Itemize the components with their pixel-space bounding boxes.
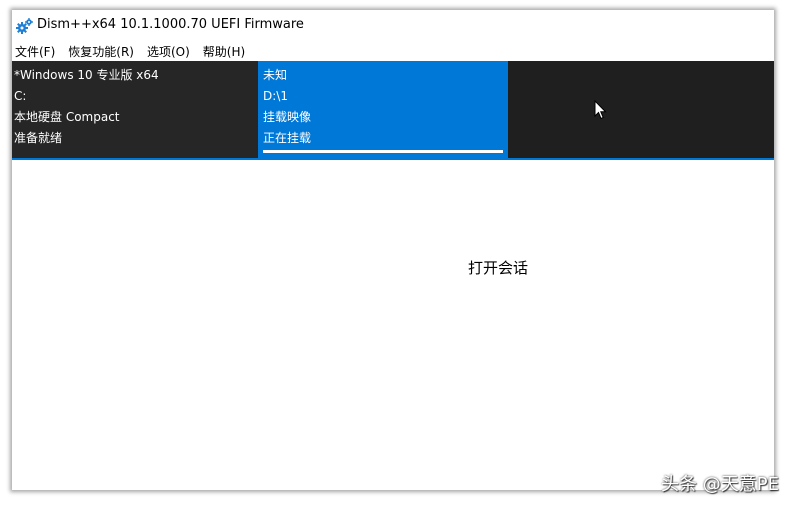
session-status: 准备就绪 xyxy=(14,131,63,145)
session-bar: *Windows 10 专业版 x64 C: 本地硬盘 Compact 准备就绪… xyxy=(12,61,774,158)
menu-options[interactable]: 选项(O) xyxy=(144,40,194,61)
watermark: 头条 @天意PE xyxy=(661,474,779,495)
session-type: 挂载映像 xyxy=(263,110,312,124)
gears-icon xyxy=(16,17,34,35)
mount-progress-bar xyxy=(263,150,503,153)
title-bar[interactable]: Dism++x64 10.1.1000.70 UEFI Firmware xyxy=(12,10,774,40)
session-card-mounting[interactable]: 未知 D:\1 挂载映像 正在挂载 xyxy=(258,61,508,158)
menu-recovery[interactable]: 恢复功能(R) xyxy=(65,40,138,61)
session-drive: D:\1 xyxy=(263,89,288,103)
main-content xyxy=(12,160,774,490)
mouse-cursor-icon xyxy=(594,99,608,120)
session-type: 本地硬盘 Compact xyxy=(14,110,120,124)
session-name: 未知 xyxy=(263,68,288,82)
menu-help[interactable]: 帮助(H) xyxy=(200,40,249,61)
session-drive: C: xyxy=(14,89,27,103)
open-session-link[interactable]: 打开会话 xyxy=(468,257,528,278)
session-status: 正在挂载 xyxy=(263,131,312,145)
window-title: Dism++x64 10.1.1000.70 UEFI Firmware xyxy=(37,17,304,32)
session-card-windows10[interactable]: *Windows 10 专业版 x64 C: 本地硬盘 Compact 准备就绪 xyxy=(12,61,258,158)
menu-file[interactable]: 文件(F) xyxy=(12,40,59,61)
mount-progress-fill xyxy=(263,150,503,153)
app-window: Dism++x64 10.1.1000.70 UEFI Firmware 文件(… xyxy=(12,10,774,490)
session-name: *Windows 10 专业版 x64 xyxy=(14,68,159,82)
menu-bar: 文件(F) 恢复功能(R) 选项(O) 帮助(H) xyxy=(12,40,774,61)
